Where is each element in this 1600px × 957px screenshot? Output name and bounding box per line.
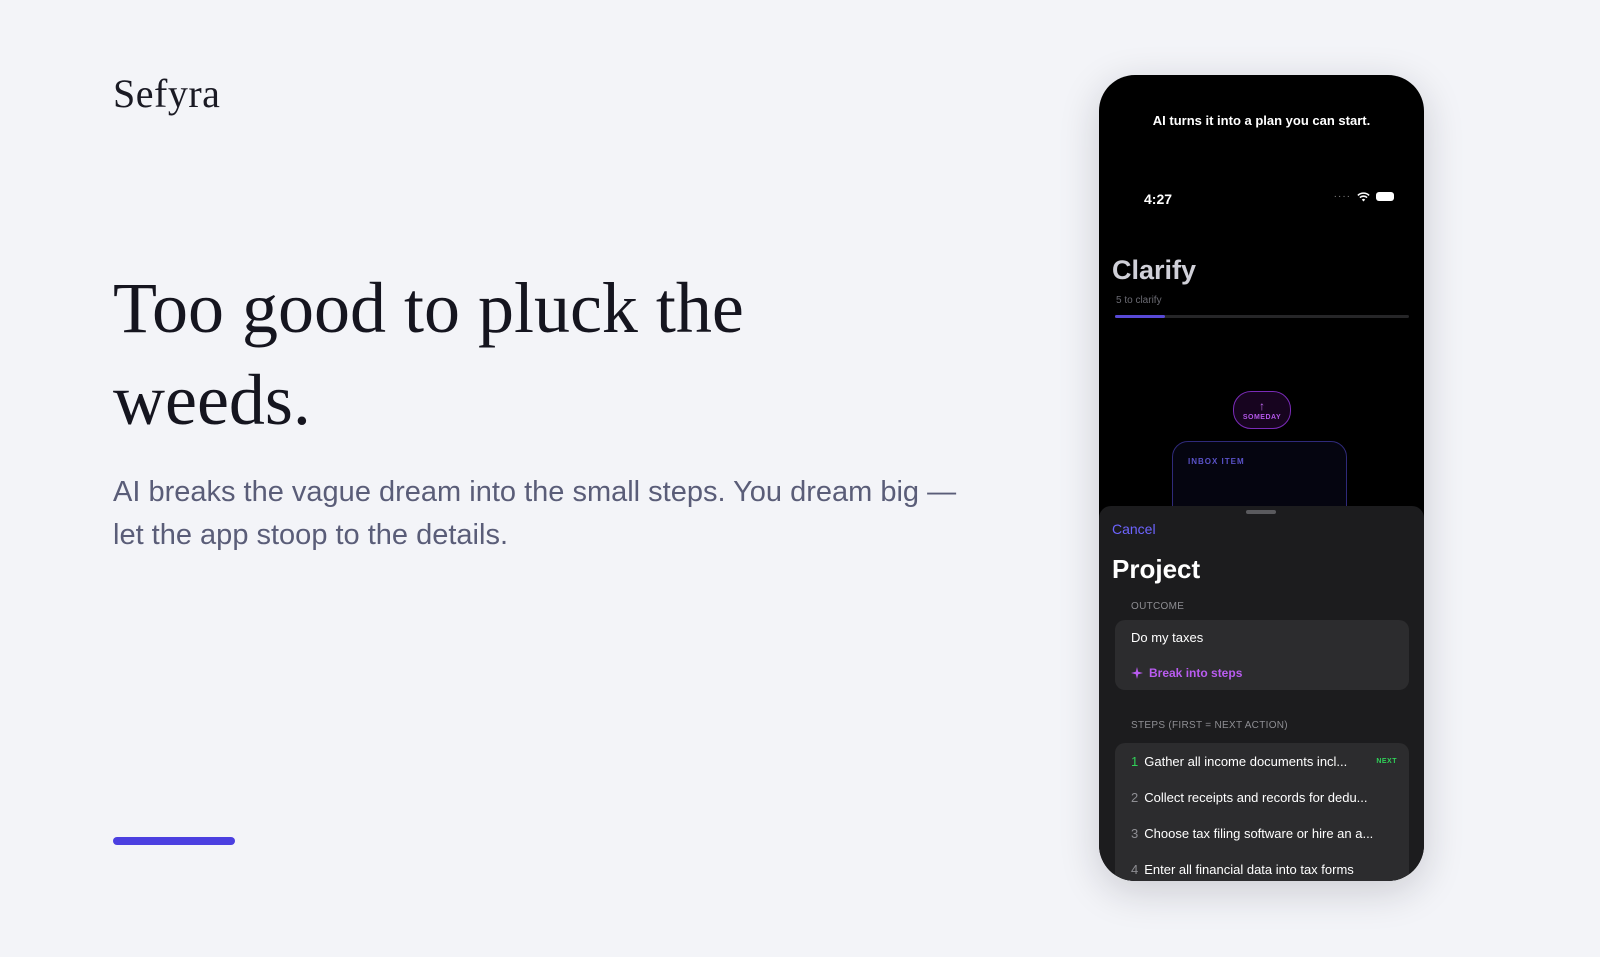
steps-label: STEPS (FIRST = NEXT ACTION) — [1131, 720, 1288, 731]
step-number: 2 — [1131, 789, 1139, 805]
brand-logo[interactable]: Sefyra — [113, 70, 220, 117]
steps-list: 1 Gather all income documents incl... NE… — [1115, 743, 1409, 881]
next-badge: NEXT — [1376, 757, 1397, 765]
phone-mockup: AI turns it into a plan you can start. 4… — [1099, 75, 1424, 881]
wifi-icon — [1357, 191, 1370, 201]
step-number: 1 — [1131, 753, 1139, 769]
hero-headline: Too good to pluck the weeds. — [113, 268, 744, 440]
sheet-grabber[interactable] — [1246, 510, 1276, 514]
project-sheet: Cancel Project OUTCOME Do my taxes Break… — [1099, 506, 1424, 881]
step-row[interactable]: 1 Gather all income documents incl... NE… — [1115, 743, 1409, 779]
status-time: 4:27 — [1144, 191, 1173, 207]
break-into-steps-button[interactable]: Break into steps — [1131, 666, 1242, 680]
step-row[interactable]: 2 Collect receipts and records for dedu.… — [1115, 779, 1409, 815]
clarify-title: Clarify — [1112, 255, 1197, 285]
arrow-up-icon: ↑ — [1259, 398, 1265, 413]
step-text: Enter all financial data into tax forms — [1144, 861, 1354, 877]
step-number: 3 — [1131, 825, 1139, 841]
clarify-progress-fill — [1115, 315, 1165, 318]
step-number: 4 — [1131, 861, 1139, 877]
outcome-field[interactable]: Do my taxes — [1131, 630, 1203, 645]
sparkle-icon — [1131, 667, 1143, 679]
clarify-count: 5 to clarify — [1116, 295, 1162, 306]
hero-subtext: AI breaks the vague dream into the small… — [113, 476, 957, 551]
step-text: Gather all income documents incl... — [1144, 753, 1348, 769]
phone-caption: AI turns it into a plan you can start. — [1152, 113, 1371, 128]
clarify-progress — [1115, 315, 1409, 318]
step-row[interactable]: 4 Enter all financial data into tax form… — [1115, 851, 1409, 881]
step-text: Collect receipts and records for dedu... — [1144, 789, 1368, 805]
status-icons: ···· — [1334, 191, 1394, 202]
battery-icon — [1376, 192, 1394, 201]
signal-icon: ···· — [1333, 191, 1351, 202]
accent-divider — [113, 837, 235, 845]
inbox-item-label: INBOX ITEM — [1188, 457, 1245, 466]
someday-label: SOMEDAY — [1242, 413, 1282, 421]
sheet-title: Project — [1112, 554, 1201, 584]
cancel-button[interactable]: Cancel — [1112, 521, 1156, 537]
someday-button[interactable]: ↑ SOMEDAY — [1233, 391, 1291, 429]
step-text: Choose tax filing software or hire an a.… — [1144, 825, 1374, 841]
outcome-label: OUTCOME — [1131, 601, 1185, 612]
step-row[interactable]: 3 Choose tax filing software or hire an … — [1115, 815, 1409, 851]
break-into-steps-label: Break into steps — [1149, 666, 1243, 680]
outcome-card: Do my taxes Break into steps — [1115, 620, 1409, 690]
